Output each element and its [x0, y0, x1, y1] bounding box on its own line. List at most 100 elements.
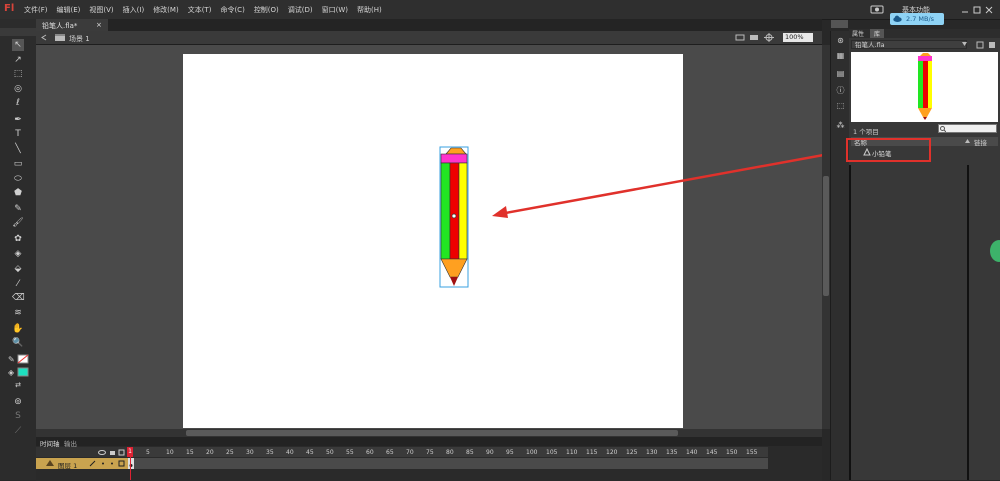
- show-hide-layers-icon[interactable]: [98, 450, 106, 455]
- eyedropper-tool-icon[interactable]: ⁄: [12, 278, 24, 290]
- frame-tick-label: 75: [426, 449, 434, 456]
- polystar-tool-icon[interactable]: ⬟: [12, 187, 24, 199]
- pencil-edit-icon: [89, 460, 96, 467]
- free-transform-tool-icon[interactable]: ⬚: [12, 68, 24, 80]
- menu-file[interactable]: 文件(F): [24, 5, 48, 15]
- network-speed-text: 2.7 MB/s: [906, 15, 935, 23]
- rectangle-tool-icon[interactable]: ▭: [12, 158, 24, 170]
- layer-row[interactable]: 图层 1: [36, 458, 128, 470]
- fill-color-swatch[interactable]: ◈: [8, 367, 30, 377]
- close-icon[interactable]: ×: [96, 21, 102, 29]
- swap-colors-icon[interactable]: ⇄: [12, 379, 24, 391]
- frame-tick-label: 120: [606, 449, 618, 456]
- frame-row[interactable]: [128, 458, 768, 469]
- menu-commands[interactable]: 命令(C): [220, 5, 244, 15]
- frame-tick-label: 105: [546, 449, 558, 456]
- menu-view[interactable]: 视图(V): [89, 5, 113, 15]
- ink-bottle-tool-icon[interactable]: ⬙: [12, 263, 24, 275]
- library-item-count: 1 个项目: [853, 128, 879, 136]
- new-library-panel-icon[interactable]: [989, 42, 995, 48]
- tools-panel-header: [0, 28, 36, 36]
- line-tool-icon[interactable]: ╲: [12, 143, 24, 155]
- playhead[interactable]: 1: [127, 447, 133, 457]
- menu-edit[interactable]: 编辑(E): [57, 5, 81, 15]
- chevron-down-icon[interactable]: [962, 42, 967, 46]
- frame-tick-label: 35: [266, 449, 274, 456]
- layer-name: 图层 1: [58, 462, 78, 470]
- pencil-symbol-instance[interactable]: [436, 146, 472, 288]
- zoom-select[interactable]: 100%: [783, 33, 813, 42]
- pin-library-icon[interactable]: [976, 41, 984, 49]
- back-arrow-icon[interactable]: [41, 34, 47, 41]
- align-icon[interactable]: ▤: [836, 69, 845, 78]
- tab-library[interactable]: 库: [870, 29, 884, 38]
- horizontal-scroll-thumb[interactable]: [186, 430, 678, 436]
- window-controls[interactable]: [960, 6, 994, 14]
- lasso-tool-icon[interactable]: ℓ: [12, 97, 24, 109]
- selection-tool-icon[interactable]: ↖: [12, 39, 24, 51]
- frame-tick-label: 10: [166, 449, 174, 456]
- library-search-input[interactable]: [938, 124, 997, 133]
- edit-scene-icon[interactable]: [735, 34, 745, 41]
- straighten-icon[interactable]: ⟋: [12, 425, 24, 437]
- transform-icon[interactable]: ⬚: [836, 101, 845, 110]
- pencil-tool-icon[interactable]: ✎: [12, 203, 24, 215]
- components-icon[interactable]: ⁂: [836, 121, 845, 130]
- paint-bucket-tool-icon[interactable]: ◈: [12, 248, 24, 260]
- outline-layers-icon[interactable]: [118, 449, 125, 456]
- menu-text[interactable]: 文本(T): [188, 5, 212, 15]
- frame-tick-label: 15: [186, 449, 194, 456]
- menu-debug[interactable]: 调试(D): [288, 5, 313, 15]
- snap-to-objects-icon[interactable]: ⊚: [12, 396, 24, 408]
- smooth-icon[interactable]: S: [12, 410, 24, 422]
- menu-help[interactable]: 帮助(H): [357, 5, 382, 15]
- document-tab[interactable]: 铅笔人.fla* ×: [36, 19, 108, 31]
- document-tab-title: 铅笔人.fla*: [42, 22, 78, 30]
- menu-modify[interactable]: 修改(M): [153, 5, 179, 15]
- text-tool-icon[interactable]: T: [12, 128, 24, 140]
- frame-tick-label: 130: [646, 449, 658, 456]
- scene-label[interactable]: 场景 1: [69, 34, 90, 44]
- zoom-tool-icon[interactable]: 🔍: [12, 337, 24, 349]
- color-icon[interactable]: ▦: [836, 51, 845, 60]
- width-tool-icon[interactable]: ≋: [12, 307, 24, 319]
- 3d-rotation-tool-icon[interactable]: ◎: [12, 83, 24, 95]
- library-document-select[interactable]: 铅笔人.fla: [851, 40, 967, 49]
- oval-tool-icon[interactable]: ⬭: [12, 173, 24, 185]
- hand-tool-icon[interactable]: ✋: [12, 323, 24, 335]
- stroke-color-swatch[interactable]: ✎: [8, 354, 30, 364]
- frame-tick-label: 20: [206, 449, 214, 456]
- document-tab-bar: [36, 19, 822, 31]
- svg-text:✎: ✎: [8, 355, 15, 364]
- panel-divider: [849, 165, 851, 480]
- edit-symbol-icon[interactable]: [750, 35, 758, 40]
- frame-tick-label: 145: [706, 449, 718, 456]
- info-icon[interactable]: ⓘ: [836, 86, 845, 95]
- subselection-tool-icon[interactable]: ↗: [12, 54, 24, 66]
- frame-tick-label: 155: [746, 449, 758, 456]
- frame-tick-label: 115: [586, 449, 598, 456]
- brush-tool-icon[interactable]: 🖌: [12, 217, 24, 229]
- frame-tick-label: 110: [566, 449, 578, 456]
- column-linkage[interactable]: 链接: [974, 137, 987, 147]
- keyframe[interactable]: [128, 458, 134, 469]
- network-speed-badge: 2.7 MB/s: [890, 13, 944, 25]
- frame-tick-label: 140: [686, 449, 698, 456]
- frame-tick-label: 135: [666, 449, 678, 456]
- sync-icon[interactable]: [870, 4, 884, 14]
- sort-arrow-icon[interactable]: [965, 139, 970, 143]
- frame-tick-label: 100: [526, 449, 538, 456]
- eraser-tool-icon[interactable]: ⌫: [12, 292, 25, 304]
- pen-tool-icon[interactable]: ✒: [12, 114, 24, 126]
- menu-control[interactable]: 控制(O): [254, 5, 279, 15]
- menu-insert[interactable]: 插入(I): [123, 5, 145, 15]
- deco-tool-icon[interactable]: ✿: [12, 233, 24, 245]
- edit-bar: [36, 31, 822, 45]
- tab-properties[interactable]: 属性: [852, 29, 864, 38]
- menu-window[interactable]: 窗口(W): [322, 5, 348, 15]
- motion-presets-icon[interactable]: ⊛: [836, 36, 845, 45]
- panel-icon-strip: [830, 31, 849, 480]
- stage[interactable]: [183, 54, 683, 428]
- lock-layers-icon[interactable]: [110, 451, 115, 455]
- vertical-scroll-thumb[interactable]: [823, 176, 829, 296]
